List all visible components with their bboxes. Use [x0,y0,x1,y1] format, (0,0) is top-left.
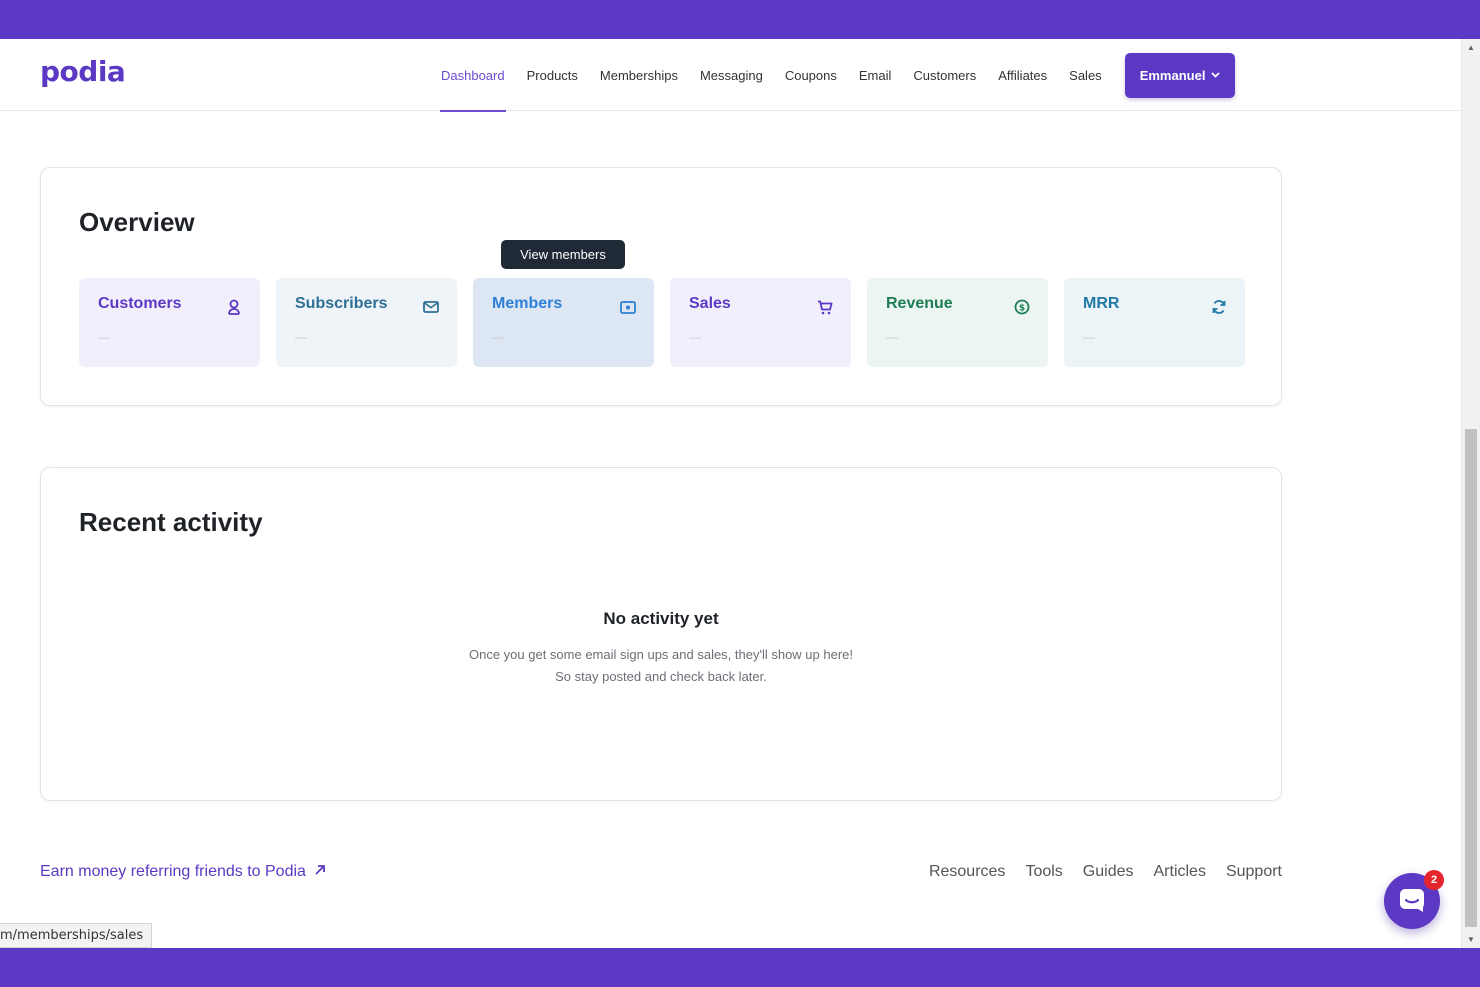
page-scrollbar[interactable]: ▲ ▼ [1461,39,1480,948]
tile-label: Sales [689,295,731,312]
member-card-icon [619,298,637,316]
scroll-up-arrow-icon[interactable]: ▲ [1462,39,1480,56]
view-members-tooltip: View members [501,240,625,269]
tile-label: Customers [98,295,182,312]
nav-products[interactable]: Products [516,39,589,111]
nav-customers[interactable]: Customers [902,39,987,111]
tile-sales[interactable]: Sales — [670,278,851,367]
footer-link-resources[interactable]: Resources [929,863,1005,881]
overview-card: Overview View members Customers — Subscr… [40,167,1282,406]
window-top-bar [0,0,1480,39]
tile-value: — [886,330,898,344]
svg-text:$: $ [1019,304,1025,314]
top-header: podia Dashboard Products Memberships Mes… [0,39,1461,112]
footer-link-articles[interactable]: Articles [1154,863,1206,881]
refresh-icon [1210,298,1228,316]
activity-title: Recent activity [79,507,263,537]
nav-memberships[interactable]: Memberships [589,39,689,111]
tile-customers[interactable]: Customers — [79,278,260,367]
status-bar-url: m/memberships/sales [0,923,153,948]
arrow-up-right-icon [314,863,326,881]
user-menu-button[interactable]: Emmanuel [1124,52,1236,98]
cart-icon [816,298,834,316]
referral-text: Earn money referring friends to Podia [40,863,306,880]
main-nav: Dashboard Products Memberships Messaging… [430,39,1236,112]
tile-label: Subscribers [295,295,388,312]
tile-subscribers[interactable]: Subscribers — [276,278,457,367]
nav-affiliates[interactable]: Affiliates [987,39,1058,111]
envelope-icon [422,298,440,316]
overview-tiles: Customers — Subscribers — Members — Sale… [79,278,1245,367]
footer-link-support[interactable]: Support [1226,863,1282,881]
recent-activity-card: Recent activity No activity yet Once you… [40,467,1282,801]
nav-email[interactable]: Email [848,39,903,111]
overview-title: Overview [79,207,195,237]
user-icon [225,298,243,316]
scroll-thumb[interactable] [1465,429,1477,927]
empty-state-title: No activity yet [603,609,719,628]
scroll-down-arrow-icon[interactable]: ▼ [1462,931,1480,948]
tile-value: — [295,330,307,344]
tile-label: Revenue [886,295,953,312]
tile-label: MRR [1083,295,1120,312]
chat-icon [1398,887,1426,916]
tile-value: — [98,330,110,344]
chevron-down-icon [1211,70,1221,81]
footer-link-tools[interactable]: Tools [1025,863,1062,881]
browser-viewport: podia Dashboard Products Memberships Mes… [0,39,1480,948]
nav-dashboard[interactable]: Dashboard [430,39,516,112]
nav-sales[interactable]: Sales [1058,39,1113,111]
tile-members[interactable]: Members — [473,278,654,367]
podia-logo[interactable]: podia [40,55,126,88]
chat-badge: 2 [1424,870,1444,890]
tile-value: — [1083,330,1095,344]
tile-value: — [689,330,701,344]
empty-state-description: Once you get some email sign ups and sal… [468,647,854,684]
chat-launcher-button[interactable]: 2 [1384,870,1444,929]
footer-link-guides[interactable]: Guides [1083,863,1134,881]
nav-messaging[interactable]: Messaging [689,39,774,111]
user-name: Emmanuel [1139,67,1206,83]
footer-links: Resources Tools Guides Articles Support [929,863,1282,881]
tile-mrr[interactable]: MRR — [1064,278,1245,367]
referral-link[interactable]: Earn money referring friends to Podia [40,863,326,881]
window-bottom-bar [0,948,1480,987]
tile-value: — [492,330,504,344]
tile-label: Members [492,295,563,312]
dollar-icon: $ [1013,298,1031,316]
tile-revenue[interactable]: Revenue — $ [867,278,1048,367]
nav-coupons[interactable]: Coupons [774,39,848,111]
